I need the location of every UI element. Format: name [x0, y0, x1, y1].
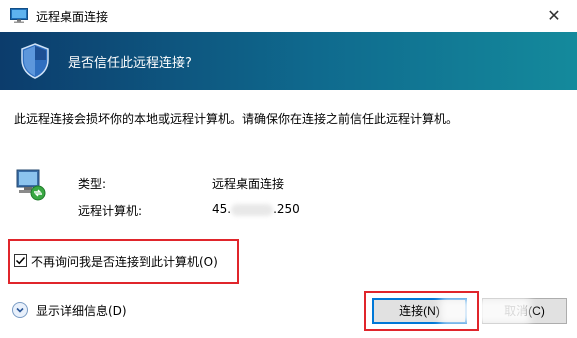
title-bar: 远程桌面连接 ✕	[0, 0, 577, 32]
type-value: 远程桌面连接	[212, 177, 285, 191]
connect-highlight-box	[364, 291, 479, 331]
remote-pc-icon	[16, 169, 46, 201]
window-title: 远程桌面连接	[36, 10, 109, 24]
show-details-label: 显示详细信息(D)	[36, 304, 127, 318]
shield-icon	[21, 43, 49, 79]
remote-computer-value: 45. .250	[212, 202, 300, 216]
close-button[interactable]: ✕	[539, 4, 569, 28]
redacted-ip-segment	[231, 203, 274, 216]
remote-computer-ip-suffix: .250	[273, 202, 300, 216]
chevron-down-icon[interactable]	[12, 302, 28, 318]
checkbox-highlight-box	[8, 239, 239, 284]
trust-question: 是否信任此远程连接?	[68, 56, 192, 71]
remote-computer-ip-prefix: 45.	[212, 202, 232, 216]
type-label: 类型:	[78, 177, 107, 191]
remote-desktop-app-icon	[10, 8, 28, 23]
warning-text: 此远程连接会损坏你的本地或远程计算机。请确保你在连接之前信任此远程计算机。	[14, 112, 459, 126]
trust-banner: 是否信任此远程连接?	[0, 32, 577, 90]
remote-computer-label: 远程计算机:	[78, 204, 143, 218]
